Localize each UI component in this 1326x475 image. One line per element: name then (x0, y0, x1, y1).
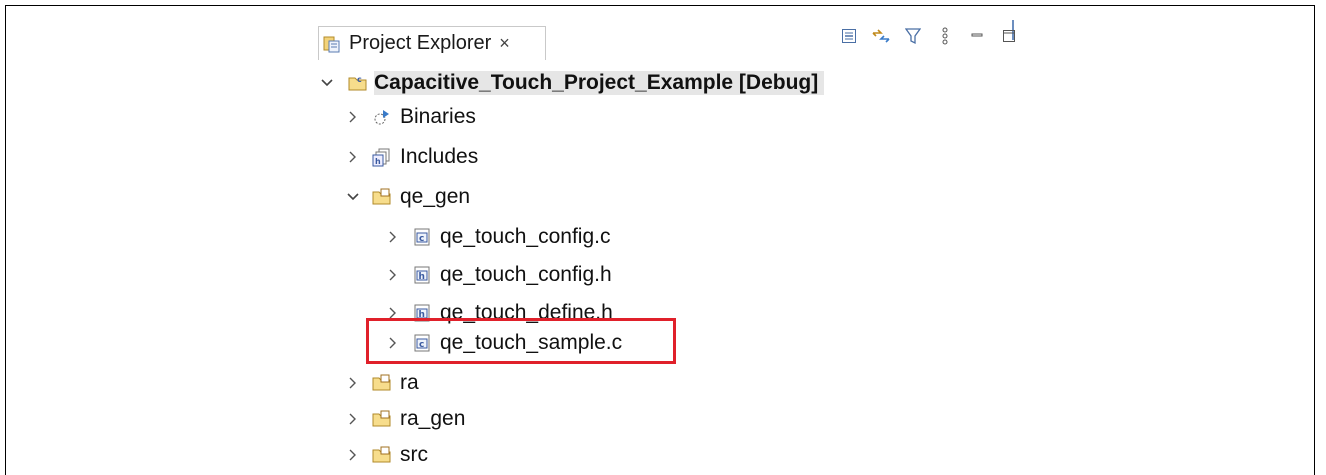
tree-item-label: Includes (400, 145, 479, 168)
chevron-right-icon[interactable] (384, 269, 402, 281)
view-toolbar (838, 25, 1020, 47)
source-folder-icon (372, 445, 392, 465)
source-folder-icon (372, 187, 392, 207)
tree-item-binaries[interactable]: Binaries (344, 100, 476, 134)
filter-icon[interactable] (902, 25, 924, 47)
chevron-right-icon[interactable] (384, 231, 402, 243)
tree-item-includes[interactable]: h Includes (344, 140, 478, 174)
includes-icon: h (372, 147, 392, 167)
chevron-down-icon[interactable] (318, 79, 336, 87)
minimize-icon[interactable] (966, 25, 988, 47)
chevron-right-icon[interactable] (344, 413, 362, 425)
tree-item-ra-gen[interactable]: ra_gen (344, 402, 465, 436)
tree-item-qe-touch-config-c[interactable]: c qe_touch_config.c (384, 220, 610, 254)
chevron-right-icon[interactable] (344, 151, 362, 163)
svg-text:c: c (419, 234, 424, 244)
tab-project-explorer[interactable]: Project Explorer × (318, 26, 546, 60)
svg-text:h: h (419, 272, 425, 282)
source-folder-icon (372, 373, 392, 393)
tree-item-qe-gen[interactable]: qe_gen (344, 180, 470, 214)
highlight-box (366, 318, 676, 364)
tree-item-label: ra_gen (400, 407, 466, 430)
tree-item-qe-touch-config-h[interactable]: h qe_touch_config.h (384, 258, 612, 292)
tree-item-root[interactable]: c Capacitive_Touch_Project_Example [Debu… (318, 66, 825, 100)
tab-title: Project Explorer (349, 32, 492, 54)
source-folder-icon (372, 409, 392, 429)
tree-item-label: Binaries (400, 105, 476, 128)
chevron-right-icon[interactable] (344, 449, 362, 461)
collapse-all-icon[interactable] (838, 25, 860, 47)
h-file-icon: h (412, 265, 432, 285)
tree-item-label: qe_touch_config.h (440, 263, 612, 286)
binaries-icon (372, 107, 392, 127)
c-project-icon: c (348, 73, 368, 93)
svg-text:h: h (375, 157, 381, 166)
tree-item-label: qe_touch_config.c (440, 225, 611, 248)
tree-item-label: ra (400, 371, 419, 394)
close-icon[interactable]: × (499, 33, 510, 54)
tree-item-src[interactable]: src (344, 438, 428, 472)
project-explorer-icon (321, 33, 343, 55)
tree-item-ra[interactable]: ra (344, 366, 419, 400)
chevron-down-icon[interactable] (344, 193, 362, 201)
tree-item-label: src (400, 443, 428, 466)
tree-item-label: qe_gen (400, 185, 471, 208)
svg-text:c: c (357, 75, 362, 84)
view-menu-icon[interactable] (934, 25, 956, 47)
link-with-editor-icon[interactable] (870, 25, 892, 47)
c-file-icon: c (412, 227, 432, 247)
chevron-right-icon[interactable] (344, 111, 362, 123)
maximize-icon[interactable] (998, 25, 1020, 47)
tree-item-label: Capacitive_Touch_Project_Example [Debug] (374, 71, 825, 95)
chevron-right-icon[interactable] (344, 377, 362, 389)
